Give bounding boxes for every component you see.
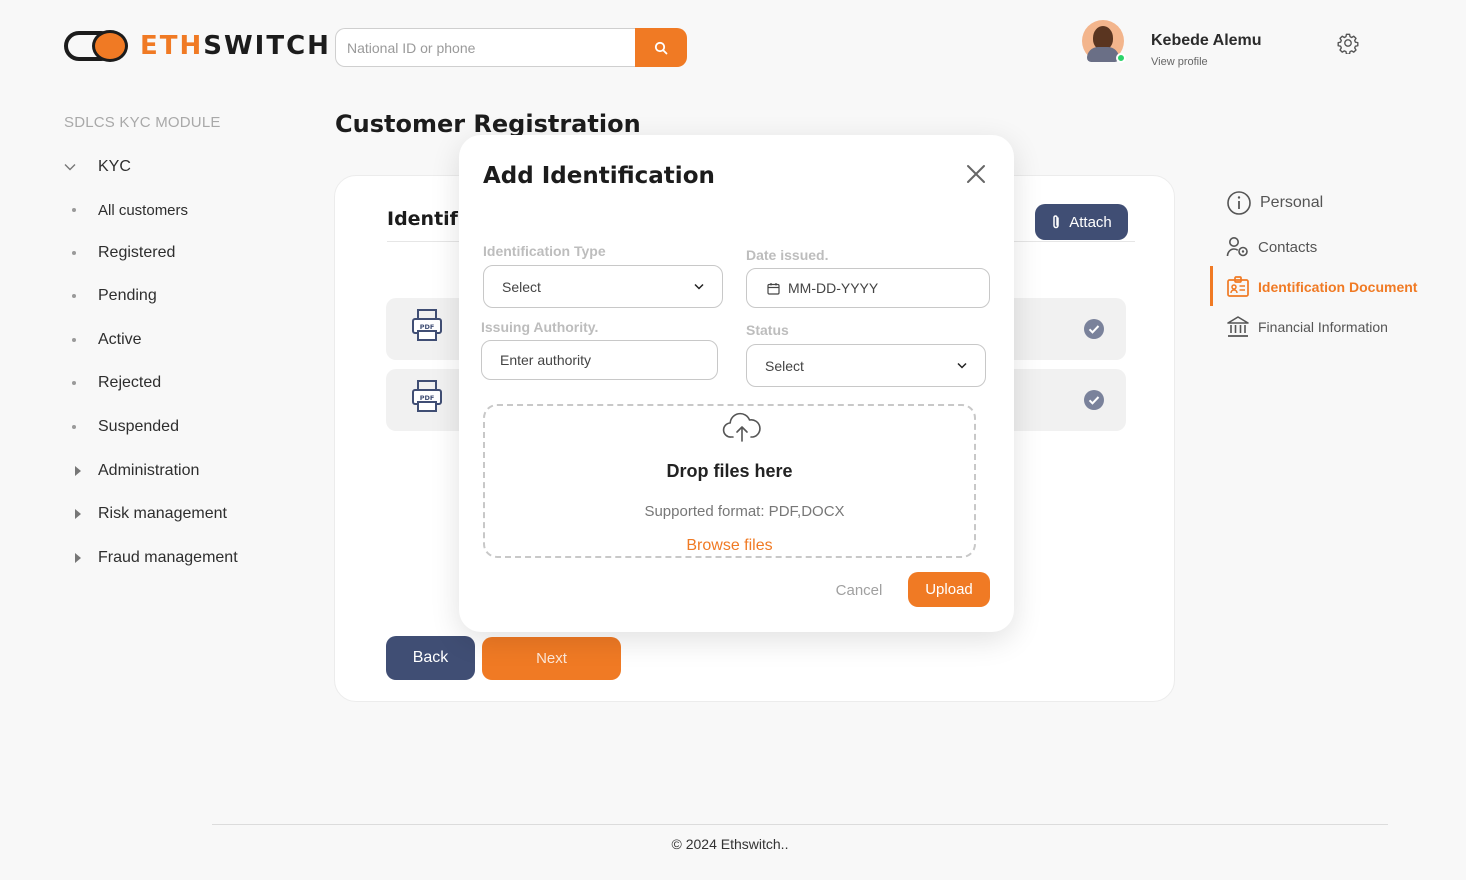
- sidebar-item-label: KYC: [98, 158, 131, 175]
- logo-mark-icon: [64, 30, 130, 62]
- online-status-indicator: [1116, 53, 1126, 63]
- footer-divider: [212, 824, 1388, 825]
- bullet-icon: [72, 338, 76, 342]
- modal-title: Add Identification: [483, 163, 715, 189]
- svg-text:PDF: PDF: [420, 394, 435, 402]
- sidebar-item-administration[interactable]: Administration: [64, 459, 199, 483]
- identification-type-label: Identification Type: [483, 243, 606, 259]
- sidebar-item-label: Risk management: [98, 505, 227, 522]
- sidebar-item-label: Active: [98, 331, 142, 348]
- cloud-upload-icon: [722, 412, 761, 442]
- close-icon[interactable]: [964, 162, 988, 186]
- user-profile[interactable]: Kebede Alemu View profile: [1082, 20, 1262, 68]
- logo-text: ETHSWITCH: [140, 31, 331, 61]
- issuing-authority-label: Issuing Authority.: [481, 319, 599, 335]
- check-circle-icon: [1084, 319, 1104, 339]
- sidebar-item-label: Registered: [98, 244, 176, 261]
- pdf-file-icon: PDF: [412, 380, 442, 412]
- dropzone-title: Drop files here: [666, 461, 793, 481]
- caret-right-icon: [75, 509, 81, 519]
- date-issued-field[interactable]: MM-DD-YYYY: [746, 268, 990, 308]
- sidebar-item-label: Pending: [98, 287, 157, 304]
- id-card-icon: [1227, 276, 1249, 297]
- step-identification-document[interactable]: Identification Document: [1226, 275, 1417, 299]
- next-button[interactable]: Next: [482, 637, 621, 680]
- pdf-file-icon: PDF: [412, 309, 442, 341]
- browse-files-link[interactable]: Browse files: [485, 537, 974, 555]
- info-circle-icon: [1227, 191, 1251, 215]
- svg-text:PDF: PDF: [420, 323, 435, 331]
- sidebar-item-label: Suspended: [98, 418, 179, 435]
- view-profile-link[interactable]: View profile: [1151, 56, 1262, 68]
- search-icon: [654, 41, 668, 54]
- search-input[interactable]: [335, 28, 635, 67]
- authority-placeholder: Enter authority: [500, 352, 592, 368]
- calendar-icon: [767, 282, 780, 295]
- identification-type-select[interactable]: Select: [483, 265, 723, 308]
- bank-icon: [1227, 316, 1249, 337]
- footer-copyright: © 2024 Ethswitch..: [671, 836, 789, 852]
- page-title: Customer Registration: [335, 110, 641, 138]
- bullet-icon: [72, 208, 76, 212]
- select-value: Select: [765, 357, 804, 374]
- sidebar-item-label: Administration: [98, 462, 200, 479]
- sidebar-item-label: All customers: [98, 201, 189, 219]
- step-label: Identification Document: [1258, 279, 1418, 295]
- caret-right-icon: [75, 553, 81, 563]
- ethswitch-logo[interactable]: ETHSWITCH: [64, 30, 331, 62]
- check-circle-icon: [1084, 390, 1104, 410]
- card-heading: Identif: [387, 208, 458, 230]
- sidebar-item-registered[interactable]: Registered: [64, 241, 175, 265]
- paperclip-icon: [1053, 215, 1059, 229]
- search-bar: [335, 28, 687, 67]
- attach-label: Attach: [1069, 213, 1112, 231]
- avatar[interactable]: [1082, 20, 1126, 63]
- sidebar-item-risk-management[interactable]: Risk management: [64, 502, 227, 526]
- step-personal[interactable]: Personal: [1226, 190, 1323, 216]
- sidebar-item-pending[interactable]: Pending: [64, 284, 157, 308]
- dropzone-subtitle: Supported format: PDF,DOCX: [644, 503, 845, 520]
- sidebar-item-suspended[interactable]: Suspended: [64, 415, 179, 439]
- attach-button[interactable]: Attach: [1035, 204, 1128, 240]
- active-step-indicator: [1210, 266, 1213, 306]
- status-label: Status: [746, 322, 789, 338]
- sidebar-item-label: Fraud management: [98, 549, 238, 566]
- sidebar-item-all-customers[interactable]: All customers: [64, 198, 188, 222]
- cancel-button[interactable]: Cancel: [829, 572, 889, 608]
- bullet-icon: [72, 251, 76, 255]
- chevron-down-icon: [694, 283, 704, 290]
- step-label: Personal: [1260, 194, 1324, 211]
- step-financial-information[interactable]: Financial Information: [1226, 315, 1388, 339]
- contacts-icon: [1226, 237, 1248, 257]
- bullet-icon: [72, 425, 76, 429]
- add-identification-modal: Add Identification Identification Type S…: [459, 135, 1014, 632]
- bullet-icon: [72, 381, 76, 385]
- step-label: Contacts: [1258, 238, 1318, 256]
- user-name: Kebede Alemu: [1151, 32, 1262, 49]
- issuing-authority-input[interactable]: Enter authority: [481, 340, 718, 380]
- select-value: Select: [502, 278, 541, 295]
- bullet-icon: [72, 294, 76, 298]
- upload-button[interactable]: Upload: [908, 572, 990, 607]
- search-button[interactable]: [635, 28, 687, 67]
- gear-icon[interactable]: [1337, 32, 1359, 54]
- step-label: Financial Information: [1258, 319, 1388, 335]
- module-title: SDLCS KYC MODULE: [64, 114, 221, 131]
- chevron-down-icon: [957, 362, 967, 369]
- sidebar-item-active[interactable]: Active: [64, 328, 142, 352]
- file-dropzone[interactable]: Drop files here Supported format: PDF,DO…: [483, 404, 976, 558]
- chevron-down-icon: [64, 164, 76, 171]
- status-select[interactable]: Select: [746, 344, 986, 387]
- date-issued-label: Date issued.: [746, 247, 829, 263]
- back-button[interactable]: Back: [386, 636, 475, 680]
- sidebar-item-label: Rejected: [98, 374, 162, 391]
- date-placeholder: MM-DD-YYYY: [788, 280, 879, 296]
- step-contacts[interactable]: Contacts: [1226, 236, 1317, 258]
- sidebar-item-kyc[interactable]: KYC: [64, 155, 131, 179]
- sidebar-item-rejected[interactable]: Rejected: [64, 371, 161, 395]
- caret-right-icon: [75, 466, 81, 476]
- sidebar-item-fraud-management[interactable]: Fraud management: [64, 546, 238, 570]
